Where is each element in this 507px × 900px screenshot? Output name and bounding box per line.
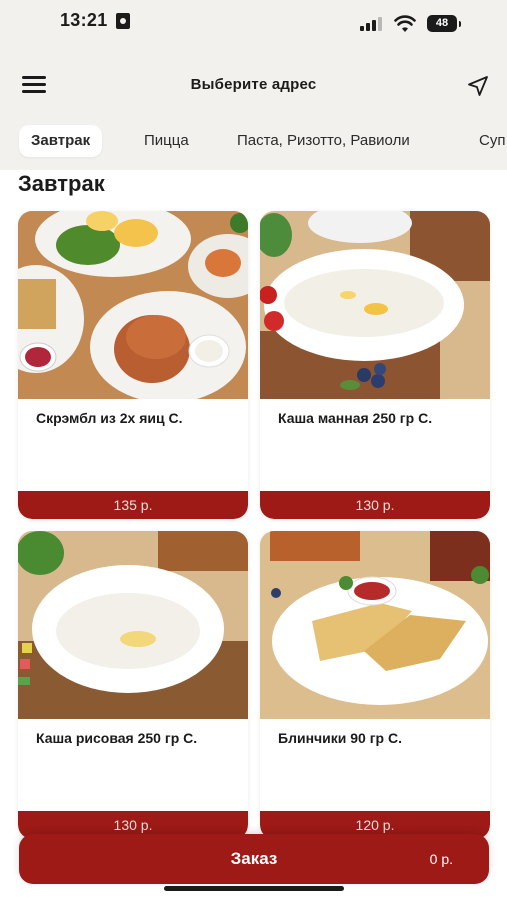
product-name: Каша манная 250 гр С. <box>278 410 433 426</box>
product-card[interactable]: Каша рисовая 250 гр С. 130 р. <box>18 531 248 839</box>
product-image <box>18 211 248 399</box>
product-name: Скрэмбл из 2х яиц С. <box>36 410 183 426</box>
app-header: Выберите адрес <box>0 50 507 120</box>
navigation-arrow-icon[interactable] <box>466 74 490 98</box>
tab-soup[interactable]: Суп <box>467 125 507 157</box>
order-button[interactable]: Заказ 0 р. <box>19 834 489 884</box>
wifi-icon <box>394 15 416 32</box>
product-card[interactable]: Скрэмбл из 2х яиц С. 135 р. <box>18 211 248 519</box>
category-tabs: Завтрак Пицца Паста, Ризотто, Равиоли Су… <box>0 120 507 170</box>
tab-pizza[interactable]: Пицца <box>132 125 201 157</box>
product-image <box>18 531 248 719</box>
cellular-signal-icon <box>360 17 382 31</box>
product-name: Блинчики 90 гр С. <box>278 730 402 746</box>
product-image <box>260 531 490 719</box>
product-image <box>260 211 490 399</box>
battery-icon: 48 <box>427 15 461 32</box>
orientation-lock-icon <box>116 13 130 29</box>
tab-pasta[interactable]: Паста, Ризотто, Равиоли <box>225 125 422 157</box>
product-card[interactable]: Блинчики 90 гр С. 120 р. <box>260 531 490 839</box>
product-price: 130 р. <box>260 491 490 519</box>
order-label: Заказ <box>230 849 278 868</box>
section-title: Завтрак <box>18 171 105 196</box>
status-bar: 13:21 48 <box>0 0 507 50</box>
product-price: 135 р. <box>18 491 248 519</box>
order-total: 0 р. <box>429 851 453 867</box>
address-selector[interactable]: Выберите адрес <box>0 76 507 93</box>
status-time: 13:21 <box>60 10 108 30</box>
tab-breakfast[interactable]: Завтрак <box>19 125 103 157</box>
home-indicator <box>164 886 344 891</box>
product-name: Каша рисовая 250 гр С. <box>36 730 198 746</box>
product-card[interactable]: Каша манная 250 гр С. 130 р. <box>260 211 490 519</box>
